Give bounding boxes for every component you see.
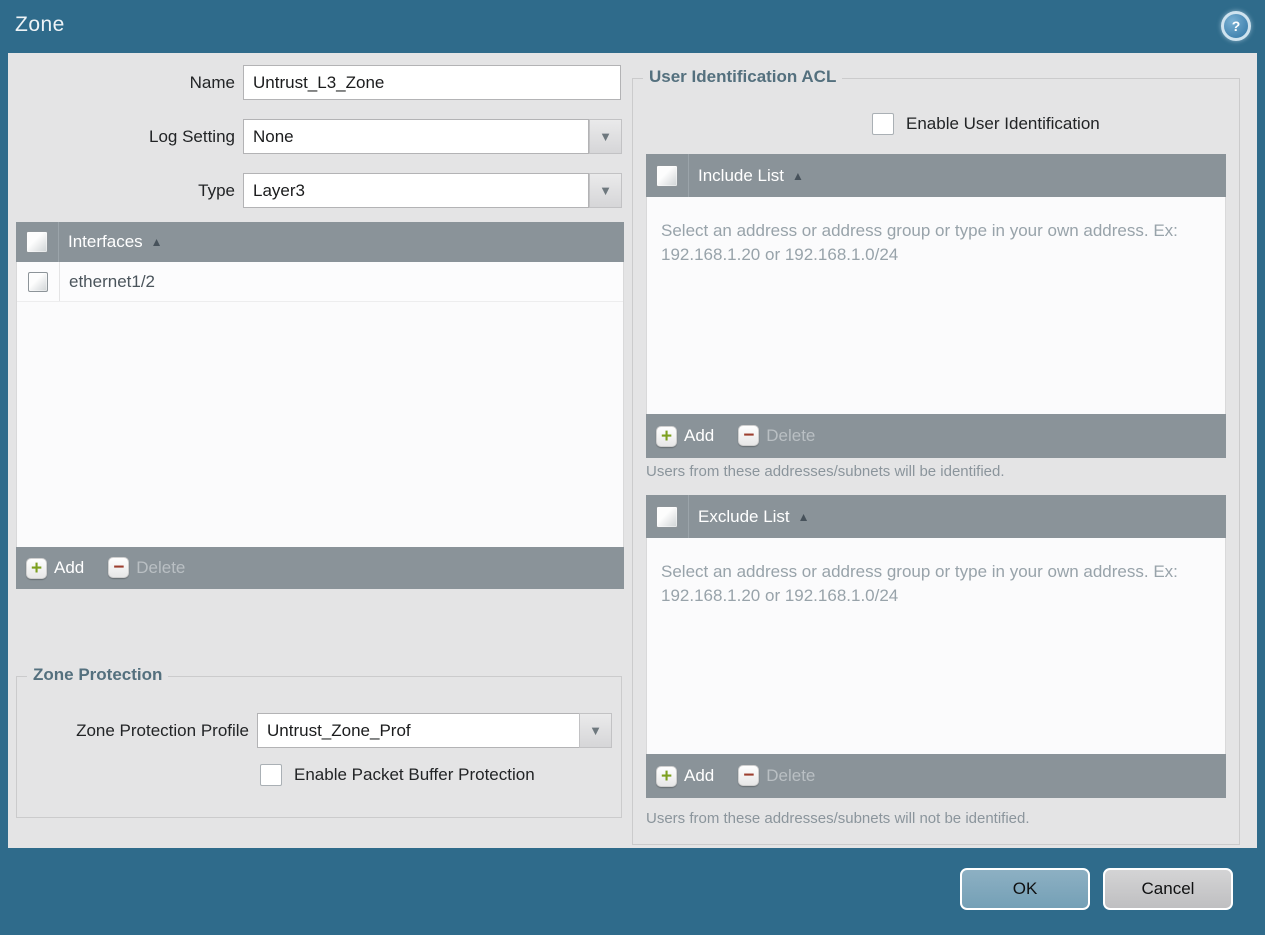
exclude-list-note: Users from these addresses/subnets will … <box>646 810 1030 827</box>
interface-row[interactable]: ethernet1/2 <box>17 262 623 302</box>
minus-icon: − <box>108 556 130 578</box>
exclude-delete-button[interactable]: − Delete <box>738 764 816 786</box>
include-add-button[interactable]: + Add <box>656 425 715 447</box>
dialog-body: Name Log Setting ▼ Type ▼ Interfaces ▲ <box>8 53 1257 848</box>
user-identification-legend: User Identification ACL <box>643 67 843 87</box>
minus-icon: − <box>738 764 760 786</box>
packet-buffer-protection-checkbox[interactable] <box>260 764 282 786</box>
interfaces-table-header: Interfaces ▲ <box>16 222 624 262</box>
sort-asc-icon: ▲ <box>792 168 804 183</box>
include-list-placeholder: Select an address or address group or ty… <box>661 221 1178 264</box>
include-list-table: Include List ▲ Select an address or addr… <box>646 154 1226 458</box>
delete-button-label: Delete <box>136 558 186 577</box>
add-button-label: Add <box>684 426 715 445</box>
plus-icon: + <box>26 557 47 579</box>
delete-button-label: Delete <box>766 766 816 785</box>
interfaces-delete-button[interactable]: − Delete <box>108 556 186 578</box>
ok-button[interactable]: OK <box>960 868 1090 910</box>
log-setting-input[interactable] <box>243 119 589 154</box>
exclude-add-button[interactable]: + Add <box>656 765 715 787</box>
include-delete-button[interactable]: − Delete <box>738 424 816 446</box>
exclude-list-table: Exclude List ▲ Select an address or addr… <box>646 495 1226 798</box>
include-list-body[interactable]: Select an address or address group or ty… <box>646 197 1226 414</box>
add-button-label: Add <box>684 766 715 785</box>
plus-icon: + <box>656 425 677 447</box>
help-icon[interactable]: ? <box>1221 11 1251 41</box>
exclude-list-column-header[interactable]: Exclude List <box>698 507 790 527</box>
zone-protection-section: Zone Protection Zone Protection Profile … <box>16 665 622 818</box>
log-setting-dropdown-button[interactable]: ▼ <box>589 119 622 154</box>
exclude-list-placeholder: Select an address or address group or ty… <box>661 562 1178 605</box>
interfaces-table-body: ethernet1/2 <box>16 262 624 547</box>
name-label: Name <box>189 73 235 92</box>
interfaces-select-all-checkbox[interactable] <box>26 231 48 253</box>
enable-user-identification-checkbox[interactable] <box>872 113 894 135</box>
name-input[interactable] <box>243 65 621 100</box>
log-setting-label: Log Setting <box>148 127 235 146</box>
interfaces-column-header[interactable]: Interfaces <box>68 232 143 252</box>
include-list-header: Include List ▲ <box>646 154 1226 197</box>
exclude-list-body[interactable]: Select an address or address group or ty… <box>646 538 1226 754</box>
exclude-header-checkbox-cell <box>646 495 689 538</box>
zone-protection-profile-label: Zone Protection Profile <box>76 721 249 740</box>
include-list-footer: + Add − Delete <box>646 414 1226 458</box>
type-label: Type <box>198 181 235 200</box>
exclude-list-header: Exclude List ▲ <box>646 495 1226 538</box>
interface-row-checkbox-cell <box>17 262 60 301</box>
type-dropdown-button[interactable]: ▼ <box>589 173 622 208</box>
interface-row-checkbox[interactable] <box>28 271 48 292</box>
include-list-note: Users from these addresses/subnets will … <box>646 463 1005 480</box>
zone-dialog: Zone ? Name Log Setting ▼ Type ▼ Interfa… <box>0 0 1265 935</box>
chevron-down-icon: ▼ <box>599 129 612 144</box>
dialog-title: Zone <box>15 13 65 36</box>
type-input[interactable] <box>243 173 589 208</box>
exclude-select-all-checkbox[interactable] <box>656 505 678 528</box>
include-select-all-checkbox[interactable] <box>656 164 678 187</box>
interfaces-table: Interfaces ▲ ethernet1/2 + Add − Delete <box>16 222 624 589</box>
chevron-down-icon: ▼ <box>589 723 602 738</box>
minus-icon: − <box>738 424 760 446</box>
user-identification-section: User Identification ACL Enable User Iden… <box>632 67 1240 845</box>
interface-name: ethernet1/2 <box>69 271 156 291</box>
include-header-checkbox-cell <box>646 154 689 197</box>
zone-protection-legend: Zone Protection <box>27 665 169 685</box>
interfaces-header-checkbox-cell <box>16 222 59 262</box>
enable-user-identification-label: Enable User Identification <box>906 114 1100 133</box>
exclude-list-footer: + Add − Delete <box>646 754 1226 798</box>
plus-icon: + <box>656 765 677 787</box>
sort-asc-icon: ▲ <box>797 509 810 524</box>
delete-button-label: Delete <box>766 426 816 445</box>
dialog-titlebar: Zone ? <box>0 0 1265 53</box>
interfaces-add-button[interactable]: + Add <box>26 557 85 579</box>
zone-protection-profile-dropdown-button[interactable]: ▼ <box>579 713 612 748</box>
packet-buffer-protection-label: Enable Packet Buffer Protection <box>294 765 535 784</box>
zone-protection-profile-input[interactable] <box>257 713 580 748</box>
include-list-column-header[interactable]: Include List <box>698 166 784 186</box>
chevron-down-icon: ▼ <box>599 183 612 198</box>
add-button-label: Add <box>54 558 85 577</box>
interfaces-table-footer: + Add − Delete <box>16 547 624 589</box>
sort-asc-icon: ▲ <box>150 235 163 249</box>
cancel-button[interactable]: Cancel <box>1103 868 1233 910</box>
